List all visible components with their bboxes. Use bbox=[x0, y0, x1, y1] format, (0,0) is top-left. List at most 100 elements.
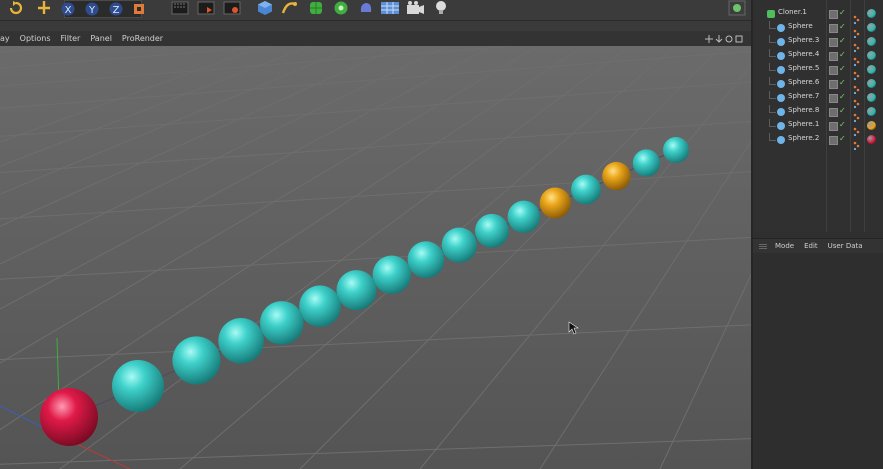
layer-checkbox[interactable] bbox=[829, 94, 838, 103]
object-row[interactable]: Sphere.5 ✓ bbox=[753, 63, 883, 81]
enabled-check-icon[interactable]: ✓ bbox=[839, 106, 846, 115]
layer-checkbox[interactable] bbox=[829, 136, 838, 145]
spline-pen-icon[interactable] bbox=[280, 0, 300, 16]
material-tag-icon[interactable] bbox=[867, 37, 876, 46]
visibility-dots-icon[interactable] bbox=[853, 9, 860, 25]
visibility-dots-icon[interactable] bbox=[853, 65, 860, 81]
sphere-clone[interactable] bbox=[571, 174, 601, 205]
attr-menu-user-data[interactable]: User Data bbox=[828, 242, 863, 250]
panel-grip[interactable] bbox=[759, 243, 767, 249]
object-name[interactable]: Sphere.7 bbox=[788, 92, 819, 100]
enabled-check-icon[interactable]: ✓ bbox=[839, 8, 846, 17]
camera-icon[interactable] bbox=[404, 0, 426, 16]
enabled-check-icon[interactable]: ✓ bbox=[839, 78, 846, 87]
sphere-clone[interactable] bbox=[218, 318, 264, 364]
maximize-view-icon[interactable] bbox=[735, 35, 743, 43]
material-tag-icon[interactable] bbox=[867, 51, 876, 60]
coordinate-system-icon[interactable] bbox=[132, 2, 146, 16]
rotate-view-icon[interactable] bbox=[725, 35, 733, 43]
object-name[interactable]: Sphere.2 bbox=[788, 134, 819, 142]
layer-checkbox[interactable] bbox=[829, 38, 838, 47]
rotate-icon[interactable] bbox=[7, 0, 25, 16]
sphere-clone[interactable] bbox=[299, 285, 341, 327]
viewport-menu-prorender[interactable]: ProRender bbox=[122, 34, 163, 43]
object-name[interactable]: Sphere.1 bbox=[788, 120, 819, 128]
floor-icon[interactable] bbox=[379, 0, 401, 16]
layer-checkbox[interactable] bbox=[829, 52, 838, 61]
render-picture-viewer-icon[interactable] bbox=[196, 0, 216, 16]
sphere-clone[interactable] bbox=[172, 336, 221, 385]
visibility-dots-icon[interactable] bbox=[853, 121, 860, 137]
viewport-menu-display[interactable]: ay bbox=[0, 34, 10, 43]
layout-icon[interactable] bbox=[727, 0, 747, 16]
3d-viewport[interactable] bbox=[0, 46, 751, 469]
material-tag-icon[interactable] bbox=[867, 23, 876, 32]
object-name[interactable]: Sphere.5 bbox=[788, 64, 819, 72]
sphere-clone[interactable] bbox=[475, 213, 509, 248]
layer-checkbox[interactable] bbox=[829, 66, 838, 75]
layer-checkbox[interactable] bbox=[829, 122, 838, 131]
viewport-menu-panel[interactable]: Panel bbox=[90, 34, 112, 43]
sphere-clone[interactable] bbox=[407, 241, 445, 279]
material-tag-icon[interactable] bbox=[867, 93, 876, 102]
sphere-clone[interactable] bbox=[539, 187, 571, 219]
material-tag-icon[interactable] bbox=[867, 107, 876, 116]
z-axis-icon[interactable]: Z bbox=[108, 2, 124, 16]
enabled-check-icon[interactable]: ✓ bbox=[839, 22, 846, 31]
viewport-menu-options[interactable]: Options bbox=[20, 34, 51, 43]
visibility-dots-icon[interactable] bbox=[853, 23, 860, 39]
object-row[interactable]: Sphere.7 ✓ bbox=[753, 91, 883, 109]
enabled-check-icon[interactable]: ✓ bbox=[839, 36, 846, 45]
material-tag-icon[interactable] bbox=[867, 135, 876, 144]
render-view-icon[interactable] bbox=[170, 0, 190, 16]
render-settings-icon[interactable] bbox=[222, 0, 242, 16]
origin-sphere[interactable] bbox=[40, 388, 98, 446]
enabled-check-icon[interactable]: ✓ bbox=[839, 64, 846, 73]
layer-checkbox[interactable] bbox=[829, 108, 838, 117]
subdivision-icon[interactable] bbox=[306, 0, 326, 16]
layer-checkbox[interactable] bbox=[829, 10, 838, 19]
visibility-dots-icon[interactable] bbox=[853, 51, 860, 67]
material-tag-icon[interactable] bbox=[867, 121, 876, 130]
sphere-clone[interactable] bbox=[663, 137, 689, 163]
sphere-clone[interactable] bbox=[260, 301, 304, 345]
sphere-clone[interactable] bbox=[112, 360, 164, 412]
attr-menu-edit[interactable]: Edit bbox=[804, 242, 818, 250]
move-view-icon[interactable] bbox=[705, 34, 713, 43]
object-name[interactable]: Sphere.4 bbox=[788, 50, 819, 58]
object-row[interactable]: Sphere.1 ✓ bbox=[753, 119, 883, 137]
zoom-view-icon[interactable] bbox=[715, 34, 723, 43]
object-row[interactable]: Sphere.3 ✓ bbox=[753, 35, 883, 53]
object-row[interactable]: Sphere ✓ bbox=[753, 21, 883, 39]
enabled-check-icon[interactable]: ✓ bbox=[839, 92, 846, 101]
sphere-clone[interactable] bbox=[441, 227, 477, 263]
attr-menu-mode[interactable]: Mode bbox=[775, 242, 794, 250]
object-name[interactable]: Cloner.1 bbox=[778, 8, 807, 16]
add-icon[interactable] bbox=[34, 0, 54, 16]
visibility-dots-icon[interactable] bbox=[853, 135, 860, 151]
sphere-clone[interactable] bbox=[602, 161, 631, 191]
viewport-menu-filter[interactable]: Filter bbox=[61, 34, 81, 43]
sphere-clone[interactable] bbox=[507, 200, 540, 233]
visibility-dots-icon[interactable] bbox=[853, 37, 860, 53]
layer-checkbox[interactable] bbox=[829, 24, 838, 33]
cube-icon[interactable] bbox=[256, 0, 274, 16]
enabled-check-icon[interactable]: ✓ bbox=[839, 134, 846, 143]
material-tag-icon[interactable] bbox=[867, 79, 876, 88]
cloner-icon[interactable] bbox=[331, 0, 351, 16]
layer-checkbox[interactable] bbox=[829, 80, 838, 89]
object-name[interactable]: Sphere bbox=[788, 22, 813, 30]
light-icon[interactable] bbox=[430, 0, 452, 16]
sphere-clone[interactable] bbox=[372, 255, 411, 294]
material-tag-icon[interactable] bbox=[867, 9, 876, 18]
object-row[interactable]: Cloner.1 ✓ bbox=[753, 7, 883, 25]
material-tag-icon[interactable] bbox=[867, 65, 876, 74]
viewport-scene[interactable] bbox=[0, 46, 751, 469]
visibility-dots-icon[interactable] bbox=[853, 93, 860, 109]
object-row[interactable]: Sphere.8 ✓ bbox=[753, 105, 883, 123]
object-name[interactable]: Sphere.6 bbox=[788, 78, 819, 86]
y-axis-icon[interactable]: Y bbox=[84, 2, 100, 16]
object-row[interactable]: Sphere.6 ✓ bbox=[753, 77, 883, 95]
object-name[interactable]: Sphere.3 bbox=[788, 36, 819, 44]
object-row[interactable]: Sphere.2 ✓ bbox=[753, 133, 883, 151]
